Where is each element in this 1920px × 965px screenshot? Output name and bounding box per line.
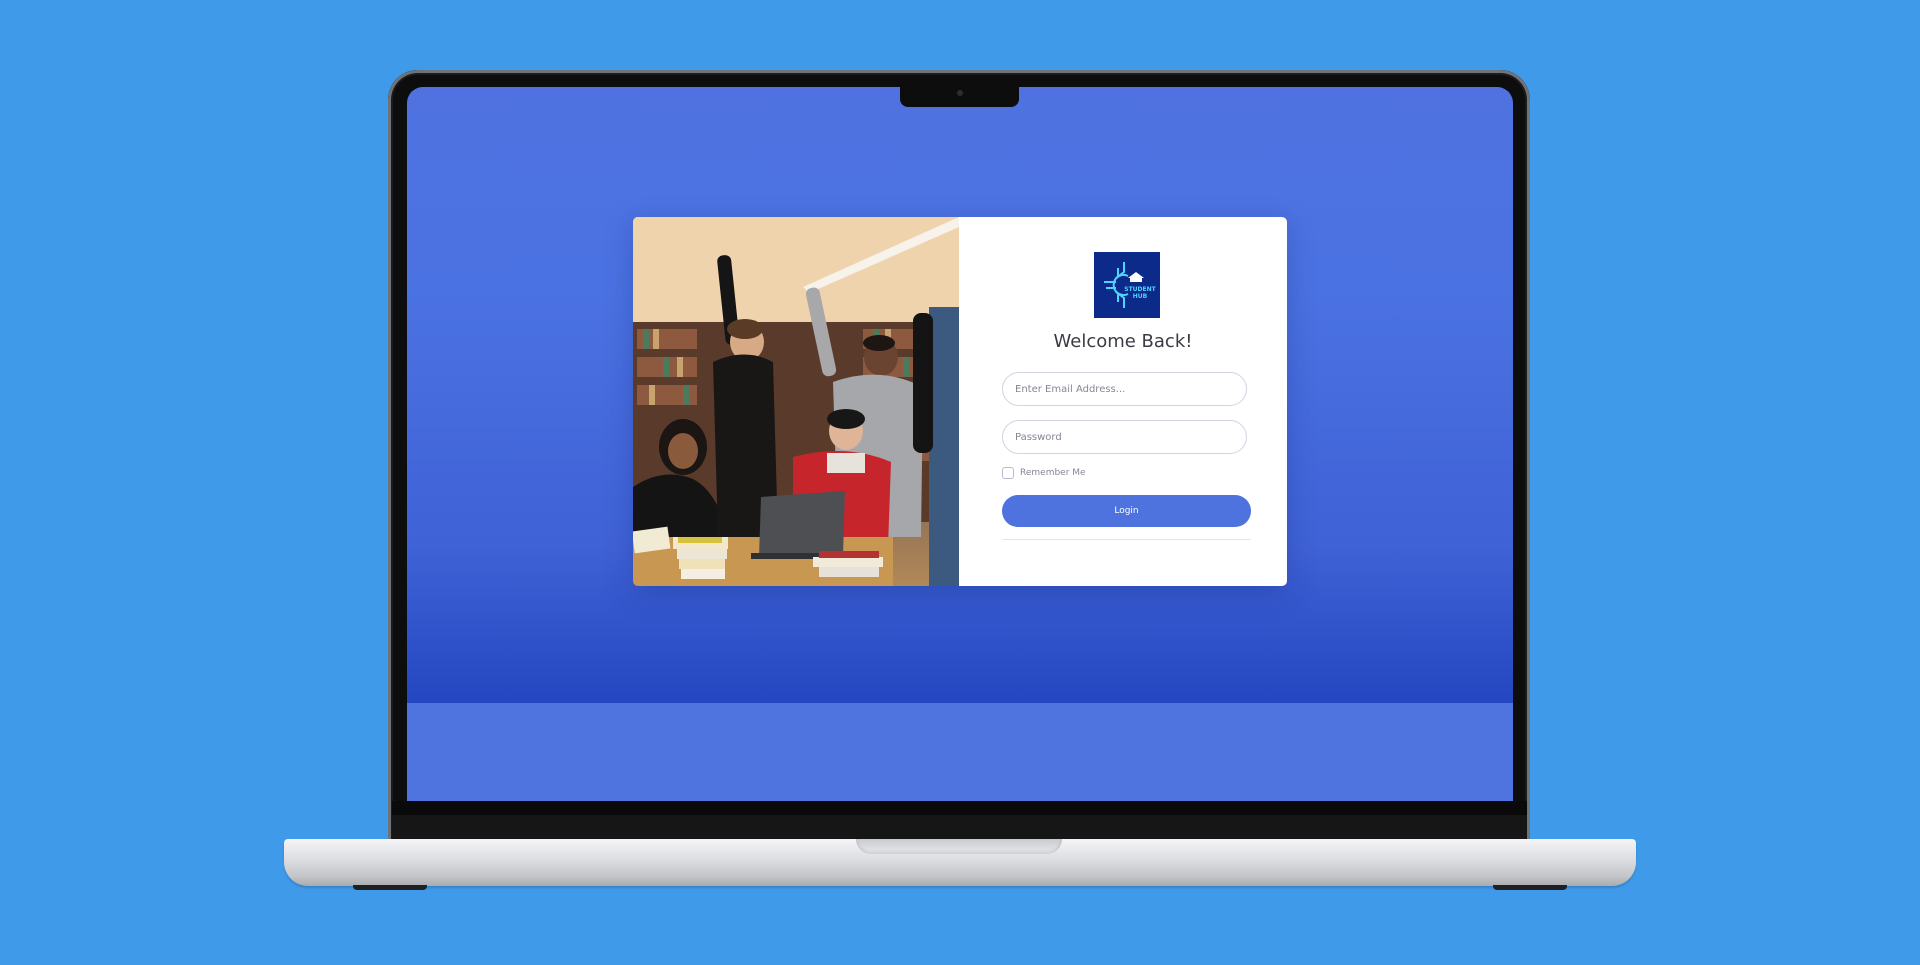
logo-text-line1: STUDENT bbox=[1124, 286, 1156, 293]
opening-notch bbox=[856, 839, 1062, 854]
email-input[interactable] bbox=[1002, 372, 1247, 406]
remember-me-label[interactable]: Remember Me bbox=[1020, 468, 1086, 478]
laptop-foot-left bbox=[353, 885, 427, 890]
logo-text-line2: HUB bbox=[1132, 293, 1148, 300]
students-celebrating-photo bbox=[633, 217, 959, 586]
login-card: STUDENT HUB Welcome Back! Remember Me Lo… bbox=[633, 217, 1287, 586]
bezel-strip bbox=[392, 801, 1527, 815]
camera-notch bbox=[900, 87, 1019, 107]
remember-me-row[interactable]: Remember Me bbox=[1002, 467, 1086, 479]
laptop-foot-right bbox=[1493, 885, 1567, 890]
laptop-base bbox=[284, 839, 1636, 886]
login-button[interactable]: Login bbox=[1002, 495, 1251, 527]
form-divider bbox=[1002, 539, 1251, 540]
login-form-panel: STUDENT HUB Welcome Back! Remember Me Lo… bbox=[959, 217, 1287, 586]
logo-graphic bbox=[1094, 252, 1160, 318]
laptop-screen: STUDENT HUB Welcome Back! Remember Me Lo… bbox=[407, 87, 1513, 801]
students-photo-illustration bbox=[633, 217, 959, 586]
password-input[interactable] bbox=[1002, 420, 1247, 454]
presentation-stage: STUDENT HUB Welcome Back! Remember Me Lo… bbox=[0, 0, 1920, 965]
camera-icon bbox=[957, 90, 963, 96]
remember-me-checkbox[interactable] bbox=[1002, 467, 1014, 479]
screen-footer-band bbox=[407, 703, 1513, 801]
student-hub-logo-icon: STUDENT HUB bbox=[1094, 252, 1160, 318]
laptop-bezel-bottom bbox=[392, 801, 1527, 841]
welcome-heading: Welcome Back! bbox=[1053, 331, 1193, 352]
